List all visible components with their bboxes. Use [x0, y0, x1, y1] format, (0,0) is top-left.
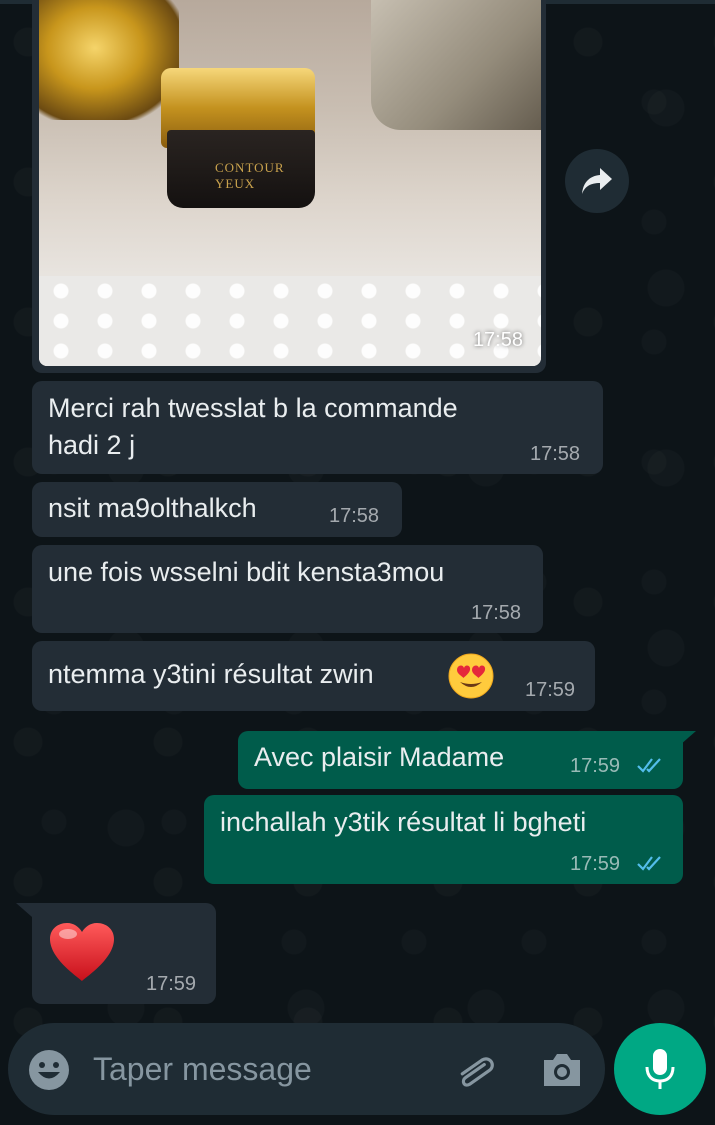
message-text: inchallah y3tik résultat li bgheti	[220, 807, 587, 837]
gold-ornament	[39, 0, 179, 120]
message-bubble-outgoing[interactable]: Avec plaisir Madame 17:59	[238, 731, 683, 789]
message-text: nsit ma9olthalkch	[48, 493, 257, 523]
message-time: 17:59	[570, 853, 621, 875]
message-text-line: Merci rah twesslat b la commande	[48, 393, 458, 423]
jar-label: CONTOUR YEUX	[215, 160, 285, 191]
lace-doily	[39, 276, 541, 366]
message-bubble-incoming[interactable]: ntemma y3tini résultat zwin 17:59	[32, 641, 595, 711]
message-bubble-incoming[interactable]: nsit ma9olthalkch 17:58	[32, 482, 402, 537]
image-message-bubble[interactable]: CONTOUR YEUX 17:58	[32, 0, 546, 373]
message-input[interactable]: Taper message	[93, 1049, 312, 1089]
message-time: 17:59	[525, 679, 576, 701]
message-time: 17:58	[530, 443, 581, 465]
message-bubble-incoming[interactable]: Merci rah twesslat b la commande hadi 2 …	[32, 381, 603, 474]
microphone-icon	[645, 1049, 675, 1089]
paperclip-icon[interactable]	[453, 1049, 497, 1093]
red-heart-emoji	[50, 923, 114, 981]
message-time: 17:59	[146, 973, 197, 995]
chat-background: CONTOUR YEUX 17:58 Merci rah twesslat b …	[0, 0, 715, 1125]
message-text: ntemma y3tini résultat zwin	[48, 659, 374, 689]
bubble-tail	[680, 731, 696, 745]
double-check-icon	[637, 856, 661, 871]
camera-icon[interactable]	[540, 1050, 584, 1090]
message-bubble-incoming[interactable]: une fois wsselni bdit kensta3mou 17:58	[32, 545, 543, 633]
double-check-icon	[637, 758, 661, 773]
forward-button[interactable]	[565, 149, 629, 213]
message-bubble-incoming[interactable]: 17:59	[32, 903, 216, 1004]
message-text: Avec plaisir Madame	[254, 742, 505, 772]
forward-arrow-icon	[582, 168, 612, 194]
message-time: 17:58	[471, 602, 522, 624]
voice-record-button[interactable]	[614, 1023, 706, 1115]
glass-jar	[371, 0, 541, 130]
product-photo[interactable]: CONTOUR YEUX 17:58	[39, 0, 541, 366]
emoji-smiley-icon[interactable]	[28, 1049, 70, 1091]
heart-eyes-emoji	[448, 653, 494, 699]
bubble-tail	[16, 903, 32, 917]
message-time: 17:58	[472, 329, 523, 351]
message-text-line: hadi 2 j	[48, 430, 136, 460]
message-time: 17:59	[570, 755, 621, 777]
message-bubble-outgoing[interactable]: inchallah y3tik résultat li bgheti 17:59	[204, 795, 683, 884]
message-composer[interactable]: Taper message	[8, 1023, 605, 1115]
message-text: une fois wsselni bdit kensta3mou	[48, 557, 445, 587]
message-time: 17:58	[329, 505, 380, 527]
